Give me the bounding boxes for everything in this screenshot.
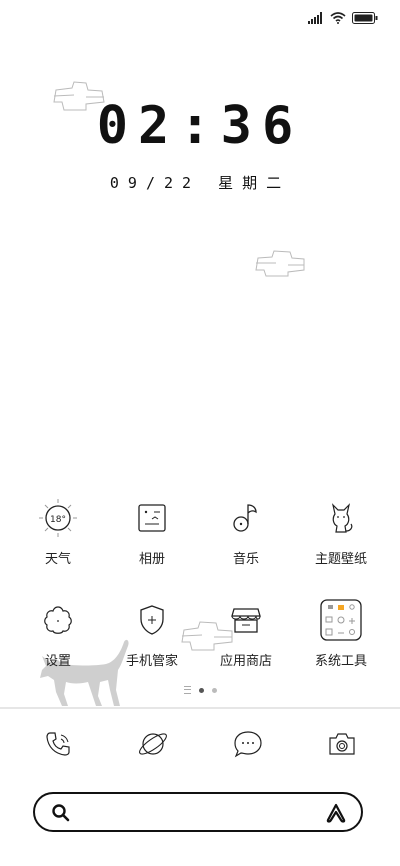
dock-phone[interactable] — [38, 724, 78, 764]
app-settings[interactable]: 设置 — [10, 598, 106, 669]
dock-camera[interactable] — [322, 724, 362, 764]
app-system-tools[interactable]: 系统工具 — [293, 598, 389, 669]
clock-date[interactable]: 09/22 星期二 — [0, 172, 400, 193]
cloud-decoration — [255, 250, 305, 277]
app-store-icon — [231, 608, 261, 633]
app-music[interactable]: 音乐 — [198, 496, 294, 567]
dock — [0, 724, 400, 764]
security-shield-icon — [140, 605, 164, 635]
app-label: 设置 — [44, 654, 71, 669]
camera-icon — [329, 733, 355, 755]
app-security[interactable]: 手机管家 — [104, 598, 200, 669]
music-icon — [233, 504, 257, 532]
search-icon[interactable] — [51, 803, 71, 823]
ground-line — [0, 707, 400, 709]
app-label: 系统工具 — [314, 654, 367, 669]
app-weather[interactable]: 18° 天气 — [10, 496, 106, 567]
app-gallery[interactable]: 相册 — [104, 496, 200, 567]
weather-temp: 18° — [50, 515, 66, 525]
battery-icon — [352, 12, 378, 24]
page-dot-active[interactable] — [198, 687, 204, 693]
settings-flower-icon — [44, 606, 72, 634]
weather-icon: 18° — [39, 499, 77, 537]
gallery-icon — [138, 504, 166, 532]
dock-browser[interactable] — [133, 724, 173, 764]
phone-icon — [46, 732, 70, 756]
app-label: 相册 — [138, 552, 165, 567]
status-bar — [308, 8, 378, 28]
app-label: 音乐 — [232, 552, 259, 567]
search-input[interactable] — [79, 800, 317, 826]
system-tools-folder-icon — [320, 599, 362, 641]
browser-icon — [139, 733, 167, 755]
app-label: 手机管家 — [125, 654, 178, 669]
clock-time[interactable]: 02:36 — [0, 96, 400, 156]
theme-cat-icon — [331, 503, 353, 533]
search-bar[interactable] — [33, 792, 363, 832]
assistant-icon[interactable] — [325, 803, 347, 823]
signal-icon — [308, 12, 322, 24]
app-store[interactable]: 应用商店 — [198, 598, 294, 669]
page-indicator[interactable] — [0, 686, 400, 694]
app-label: 应用商店 — [219, 654, 272, 669]
page-dot[interactable] — [211, 687, 217, 693]
wifi-icon — [330, 12, 346, 24]
app-label: 天气 — [44, 552, 71, 567]
messages-icon — [234, 731, 262, 758]
dock-messages[interactable] — [228, 724, 268, 764]
app-label: 主题壁纸 — [314, 552, 367, 567]
app-drawer-lines-icon[interactable] — [183, 686, 191, 694]
app-themes[interactable]: 主题壁纸 — [293, 496, 389, 567]
